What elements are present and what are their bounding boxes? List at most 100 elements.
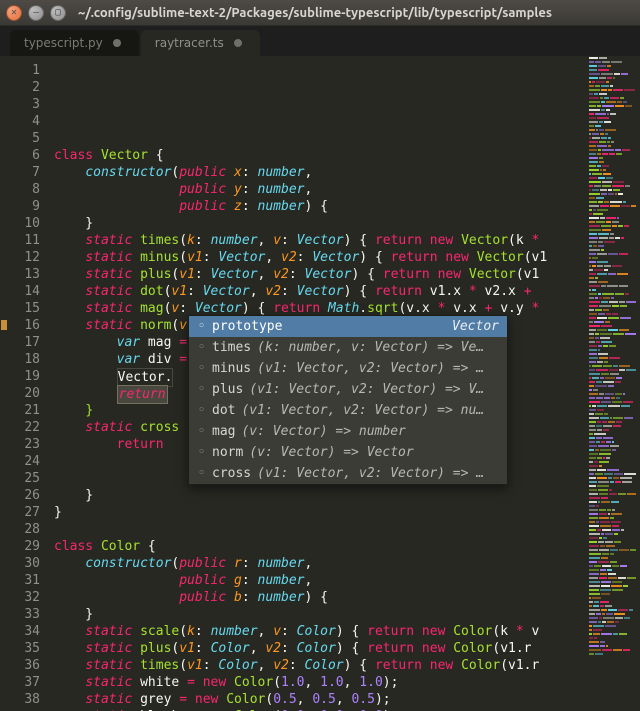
fold-marker	[0, 249, 10, 266]
autocomplete-item[interactable]: ◦minus (v1: Vector, v2: Vector) => …	[189, 358, 507, 379]
line-number: 5	[10, 130, 40, 147]
code-line[interactable]: class Color {	[54, 538, 640, 555]
code-line[interactable]: constructor(public r: number,	[54, 555, 640, 572]
minimap-line	[589, 249, 636, 252]
code-line[interactable]: static dot(v1: Vector, v2: Vector) { ret…	[54, 283, 640, 300]
bullet-icon: ◦	[197, 402, 206, 419]
autocomplete-item[interactable]: ◦cross (v1: Vector, v2: Vector) => …	[189, 463, 507, 484]
minimap-line	[589, 229, 636, 232]
fold-marker	[0, 215, 10, 232]
autocomplete-name: plus	[212, 381, 243, 398]
code-line[interactable]: }	[54, 504, 640, 521]
fold-marker	[0, 422, 10, 439]
code-line[interactable]: }	[54, 487, 640, 504]
minimap-line	[589, 489, 636, 492]
code-line[interactable]: public y: number,	[54, 181, 640, 198]
minimap-line	[589, 337, 636, 340]
line-number: 12	[10, 249, 40, 266]
tab-label: raytracer.ts	[155, 36, 224, 50]
minimap-line	[589, 561, 636, 564]
minimap-line	[589, 605, 636, 608]
code-line[interactable]: static plus(v1: Color, v2: Color) { retu…	[54, 640, 640, 657]
code-line[interactable]: constructor(public x: number,	[54, 164, 640, 181]
code-line[interactable]	[54, 130, 640, 147]
line-number: 36	[10, 657, 40, 674]
minimap-line	[589, 509, 636, 512]
fold-marker	[0, 558, 10, 575]
minimap-line	[589, 585, 636, 588]
minimap-line	[589, 553, 636, 556]
autocomplete-signature: (k: number, v: Vector) => Ve…	[257, 339, 499, 356]
line-number: 30	[10, 555, 40, 572]
minimap-line	[589, 469, 636, 472]
minimap-line	[589, 473, 636, 476]
minimap-line	[589, 265, 636, 268]
fold-marker	[0, 130, 10, 147]
minimap[interactable]	[585, 56, 640, 711]
minimap-line	[589, 441, 636, 444]
minimap-line	[589, 425, 636, 428]
minimap-line	[589, 197, 636, 200]
code-line[interactable]: static times(v1: Color, v2: Color) { ret…	[54, 657, 640, 674]
fold-marker	[0, 439, 10, 456]
minimap-line	[589, 329, 636, 332]
minimap-line	[589, 381, 636, 384]
line-number: 17	[10, 334, 40, 351]
autocomplete-item[interactable]: ◦mag (v: Vector) => number	[189, 421, 507, 442]
minimap-line	[589, 105, 636, 108]
window-minimize-button[interactable]: –	[28, 5, 44, 21]
code-line[interactable]: static white = new Color(1.0, 1.0, 1.0);	[54, 674, 640, 691]
minimap-line	[589, 221, 636, 224]
minimap-line	[589, 165, 636, 168]
minimap-line	[589, 617, 636, 620]
minimap-line	[589, 641, 636, 644]
autocomplete-popup[interactable]: ◦prototypeVector◦times (k: number, v: Ve…	[188, 315, 508, 485]
code-line[interactable]: public g: number,	[54, 572, 640, 589]
autocomplete-item[interactable]: ◦dot (v1: Vector, v2: Vector) => nu…	[189, 400, 507, 421]
minimap-line	[589, 153, 636, 156]
line-number: 32	[10, 589, 40, 606]
fold-marker	[0, 232, 10, 249]
autocomplete-item[interactable]: ◦norm (v: Vector) => Vector	[189, 442, 507, 463]
code-area[interactable]: class Vector { constructor(public x: num…	[48, 56, 640, 711]
minimap-line	[589, 125, 636, 128]
code-line[interactable]: static plus(v1: Vector, v2: Vector) { re…	[54, 266, 640, 283]
code-line[interactable]: static minus(v1: Vector, v2: Vector) { r…	[54, 249, 640, 266]
minimap-line	[589, 613, 636, 616]
minimap-line	[589, 313, 636, 316]
code-line[interactable]: public b: number) {	[54, 589, 640, 606]
code-line[interactable]: static scale(k: number, v: Color) { retu…	[54, 623, 640, 640]
tab-typescript-py[interactable]: typescript.py	[10, 30, 139, 56]
minimap-line	[589, 369, 636, 372]
fold-marker	[0, 405, 10, 422]
fold-marker	[0, 456, 10, 473]
minimap-line	[589, 549, 636, 552]
code-line[interactable]: static times(k: number, v: Vector) { ret…	[54, 232, 640, 249]
code-line[interactable]: static grey = new Color(0.5, 0.5, 0.5);	[54, 691, 640, 708]
autocomplete-signature: (v1: Vector, v2: Vector) => nu…	[241, 402, 499, 419]
window-maximize-button[interactable]: ▢	[50, 5, 66, 21]
code-line[interactable]: class Vector {	[54, 147, 640, 164]
minimap-line	[589, 633, 636, 636]
minimap-line	[589, 305, 636, 308]
autocomplete-name: mag	[212, 423, 235, 440]
line-number: 27	[10, 504, 40, 521]
editor[interactable]: 1234567891011121314151617181920212223242…	[0, 56, 640, 711]
code-line[interactable]: public z: number) {	[54, 198, 640, 215]
code-line[interactable]: }	[54, 215, 640, 232]
autocomplete-item[interactable]: ◦times (k: number, v: Vector) => Ve…	[189, 337, 507, 358]
autocomplete-item[interactable]: ◦plus (v1: Vector, v2: Vector) => V…	[189, 379, 507, 400]
minimap-line	[589, 69, 636, 72]
autocomplete-item[interactable]: ◦prototypeVector	[189, 316, 507, 337]
minimap-line	[589, 421, 636, 424]
code-line[interactable]	[54, 521, 640, 538]
tab-raytracer-ts[interactable]: raytracer.ts	[141, 30, 260, 56]
window-close-button[interactable]: ✕	[6, 5, 22, 21]
fold-marker	[0, 524, 10, 541]
line-number: 23	[10, 436, 40, 453]
line-number: 24	[10, 453, 40, 470]
minimap-line	[589, 353, 636, 356]
minimap-line	[589, 497, 636, 500]
minimap-line	[589, 493, 636, 496]
code-line[interactable]: }	[54, 606, 640, 623]
